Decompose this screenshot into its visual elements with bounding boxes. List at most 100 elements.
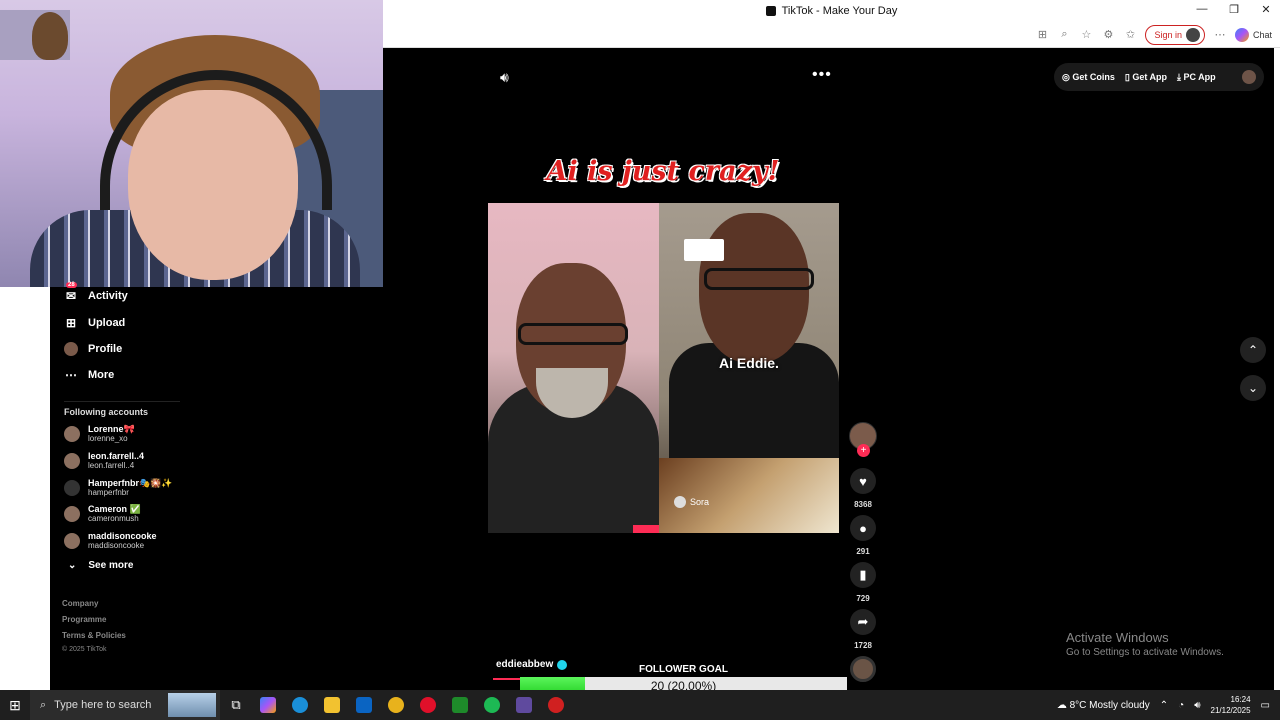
window-controls: — ❐ ✕ [1196, 3, 1272, 16]
favorite-star-icon[interactable]: ☆ [1079, 28, 1093, 41]
avatar[interactable] [1242, 70, 1256, 84]
copilot-taskbar-icon[interactable] [252, 697, 284, 713]
sidebar-item-activity[interactable]: ✉ 28 Activity [64, 282, 128, 303]
weather-text: 8°C Mostly cloudy [1069, 699, 1150, 711]
taskbar: ⊞ ⌕ Type here to search ⧉ ☁ 8°C Mostly c… [0, 690, 1280, 720]
favorites-icon[interactable]: ✩ [1123, 28, 1137, 41]
sidebar-item-upload[interactable]: ⊞ Upload [64, 316, 125, 330]
sidebar-item-profile[interactable]: Profile [64, 342, 122, 356]
tray-chevron-icon[interactable]: ⌃ [1160, 700, 1168, 711]
following-account[interactable]: Cameron ✅ cameronmush [64, 504, 141, 524]
video-player[interactable]: Ai Eddie. Sora [488, 203, 839, 533]
avatar [64, 426, 80, 442]
search-highlight-image [168, 693, 216, 717]
save-count: 729 [856, 594, 870, 603]
activity-badge: 28 [66, 282, 77, 288]
following-account[interactable]: maddisoncooke maddisoncooke [64, 531, 157, 551]
account-name: maddisoncooke [88, 531, 157, 541]
chat-label: Chat [1252, 29, 1272, 40]
video-left-panel [488, 203, 663, 533]
task-view-icon[interactable]: ⧉ [220, 697, 252, 713]
copilot-icon [1234, 27, 1249, 42]
window-titlebar: TikTok - Make Your Day — ❐ ✕ [383, 0, 1280, 22]
maximize-button[interactable]: ❐ [1228, 3, 1240, 16]
video-glasses-left [518, 323, 628, 345]
music-disc-icon[interactable] [850, 656, 876, 682]
follow-plus-icon[interactable]: + [857, 444, 870, 457]
right-edge [1274, 48, 1280, 690]
clock-date: 21/12/2025 [1210, 706, 1251, 715]
recording-app-icon[interactable] [540, 697, 572, 713]
window-title: TikTok - Make Your Day [781, 5, 898, 17]
share-icon: ➦ [857, 614, 869, 629]
sign-in-label: Sign in [1154, 29, 1182, 40]
see-more-button[interactable]: ⌄ See more [68, 560, 133, 571]
video-more-icon[interactable]: ••• [812, 66, 832, 84]
webcam-teddy-bear [32, 12, 68, 60]
video-caption: Ai Eddie. [719, 355, 779, 371]
app-available-icon[interactable]: ⊞ [1035, 28, 1049, 41]
previous-video-button[interactable]: ⌃ [1240, 337, 1266, 363]
chrome-icon[interactable] [380, 697, 412, 713]
save-button[interactable]: ▮ [850, 562, 876, 588]
obs-icon[interactable] [508, 697, 540, 713]
network-icon[interactable]: ◔ [1178, 700, 1184, 711]
get-coins-label: Get Coins [1072, 71, 1115, 82]
weather-widget[interactable]: ☁ 8°C Mostly cloudy [1057, 700, 1150, 711]
webcam-overlay [0, 0, 383, 287]
footer-company-link[interactable]: Company [62, 599, 98, 608]
pc-app-button[interactable]: ⤓ PC App [1177, 72, 1216, 83]
video-tweet-sticker [684, 239, 724, 261]
taskbar-search[interactable]: ⌕ Type here to search [30, 690, 220, 720]
tiktok-icon [765, 6, 776, 16]
following-account[interactable]: Lorenne🎀 lorenne_xo [64, 424, 135, 444]
next-video-button[interactable]: ⌄ [1240, 375, 1266, 401]
zoom-icon[interactable]: ⌕ [1057, 28, 1071, 41]
volume-tray-icon[interactable]: 🔊︎ [1194, 700, 1200, 711]
opera-icon[interactable] [412, 697, 444, 713]
close-button[interactable]: ✕ [1260, 3, 1272, 16]
account-handle: hamperfnbr [88, 488, 129, 497]
sidebar: ✉ 28 Activity ⊞ Upload Profile ⋯ More Fol… [50, 282, 190, 690]
footer-terms-link[interactable]: Terms & Policies [62, 631, 126, 640]
pc-app-label: PC App [1183, 71, 1216, 82]
spotify-icon[interactable] [476, 697, 508, 713]
sign-in-button[interactable]: Sign in [1145, 24, 1205, 45]
weather-icon: ☁ [1056, 699, 1067, 711]
minimize-button[interactable]: — [1196, 3, 1208, 16]
edge-icon[interactable] [284, 697, 316, 713]
following-account[interactable]: leon.farrell..4 leon.farrell..4 [64, 451, 144, 471]
share-button[interactable]: ➦ [850, 609, 876, 635]
notification-icon[interactable]: ▭ [1261, 700, 1270, 711]
more-menu-icon[interactable]: ⋯ [1213, 28, 1227, 41]
volume-icon[interactable]: 🔊︎ [500, 69, 509, 86]
account-handle: cameronmush [88, 514, 139, 523]
video-progress[interactable] [493, 678, 523, 680]
sidebar-item-more[interactable]: ⋯ More [64, 368, 114, 382]
get-app-label: Get App [1132, 71, 1167, 82]
get-coins-button[interactable]: ◎ Get Coins [1062, 72, 1115, 83]
activate-windows-watermark: Activate Windows Go to Settings to activ… [1066, 630, 1224, 658]
clock[interactable]: 16:24 21/12/2025 [1211, 694, 1251, 716]
footer-programme-link[interactable]: Programme [62, 615, 106, 624]
sidebar-item-label: Activity [88, 290, 128, 302]
account-handle: lorenne_xo [88, 434, 128, 443]
xbox-icon[interactable] [444, 697, 476, 713]
account-name: Hamperfnbr🎭🎇✨ [88, 478, 173, 488]
file-explorer-icon[interactable] [316, 697, 348, 713]
avatar [64, 480, 80, 496]
avatar [64, 506, 80, 522]
copilot-chat-button[interactable]: Chat [1234, 27, 1272, 42]
like-button[interactable]: ♥ [850, 468, 876, 494]
outlook-icon[interactable] [348, 697, 380, 713]
sora-icon [674, 496, 686, 508]
get-app-button[interactable]: ▯ Get App [1125, 72, 1167, 83]
account-name: Lorenne🎀 [88, 424, 135, 434]
comment-button[interactable]: ● [850, 515, 876, 541]
following-account[interactable]: Hamperfnbr🎭🎇✨ hamperfnbr [64, 478, 173, 498]
share-count: 1728 [854, 641, 872, 650]
extensions-icon[interactable]: ⚙ [1101, 28, 1115, 41]
activate-subtitle: Go to Settings to activate Windows. [1066, 647, 1224, 658]
windows-start-icon[interactable]: ⊞ [0, 697, 30, 714]
sora-watermark: Sora [674, 496, 709, 508]
